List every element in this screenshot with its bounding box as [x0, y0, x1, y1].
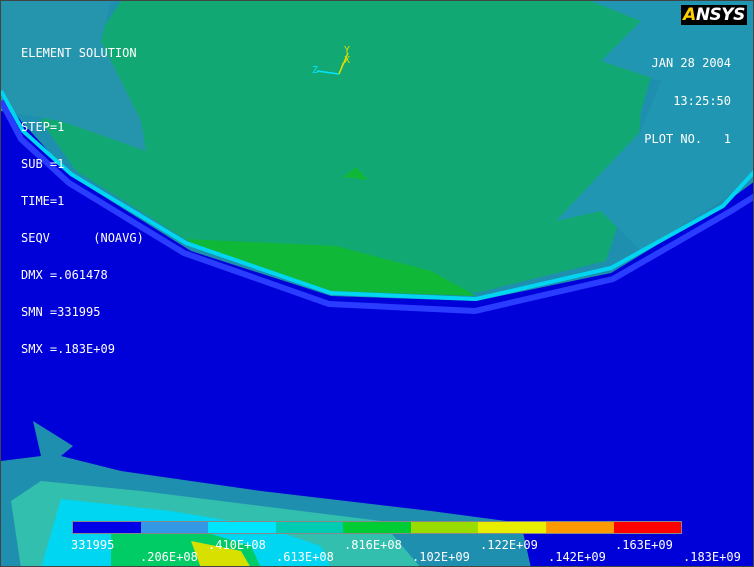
- legend-swatch: [545, 522, 614, 533]
- sub-value: SUB =1: [21, 157, 65, 171]
- legend-label: .163E+09: [615, 538, 673, 552]
- contour-legend-bar: [72, 521, 682, 534]
- legend-label: .142E+09: [548, 550, 606, 564]
- legend-label: .816E+08: [344, 538, 402, 552]
- plot-date: JAN 28 2004: [651, 56, 731, 70]
- legend-swatch: [275, 522, 344, 533]
- smx-value: SMX =.183E+09: [21, 342, 115, 356]
- smn-value: SMN =331995: [21, 305, 101, 319]
- triad-x-label: X: [344, 55, 350, 66]
- plot-number: PLOT NO. 1: [644, 132, 731, 146]
- legend-label: .102E+09: [412, 550, 470, 564]
- legend-swatch: [478, 522, 546, 533]
- ansys-logo: ANSYS: [681, 5, 747, 25]
- solution-info-block: ELEMENT SOLUTION STEP=1 SUB =1 TIME=1 SE…: [21, 23, 144, 380]
- graphics-viewport[interactable]: Y Z X ANSYS ELEMENT SOLUTION STEP=1 SUB …: [0, 0, 754, 567]
- dmx-value: DMX =.061478: [21, 268, 108, 282]
- legend-swatch: [410, 522, 479, 533]
- step-value: STEP=1: [21, 120, 65, 134]
- legend-label: .613E+08: [276, 550, 334, 564]
- legend-label: 331995: [71, 538, 115, 552]
- legend-swatch: [73, 522, 141, 533]
- legend-swatch: [613, 522, 682, 533]
- legend-swatch: [140, 522, 209, 533]
- legend-label: .410E+08: [208, 538, 266, 552]
- result-type: SEQV (NOAVG): [21, 231, 144, 245]
- legend-label: .122E+09: [480, 538, 538, 552]
- legend-swatch: [343, 522, 411, 533]
- solution-title: ELEMENT SOLUTION: [21, 46, 137, 60]
- triad-z-label: Z: [312, 65, 318, 76]
- legend-swatch: [208, 522, 276, 533]
- date-stamp-block: JAN 28 2004 13:25:50 PLOT NO. 1: [644, 33, 731, 171]
- ansys-logo-text: ANSYS: [683, 5, 745, 25]
- legend-label: .183E+09: [683, 550, 741, 564]
- legend-label: .206E+08: [140, 550, 198, 564]
- time-value: TIME=1: [21, 194, 65, 208]
- plot-time: 13:25:50: [673, 94, 731, 108]
